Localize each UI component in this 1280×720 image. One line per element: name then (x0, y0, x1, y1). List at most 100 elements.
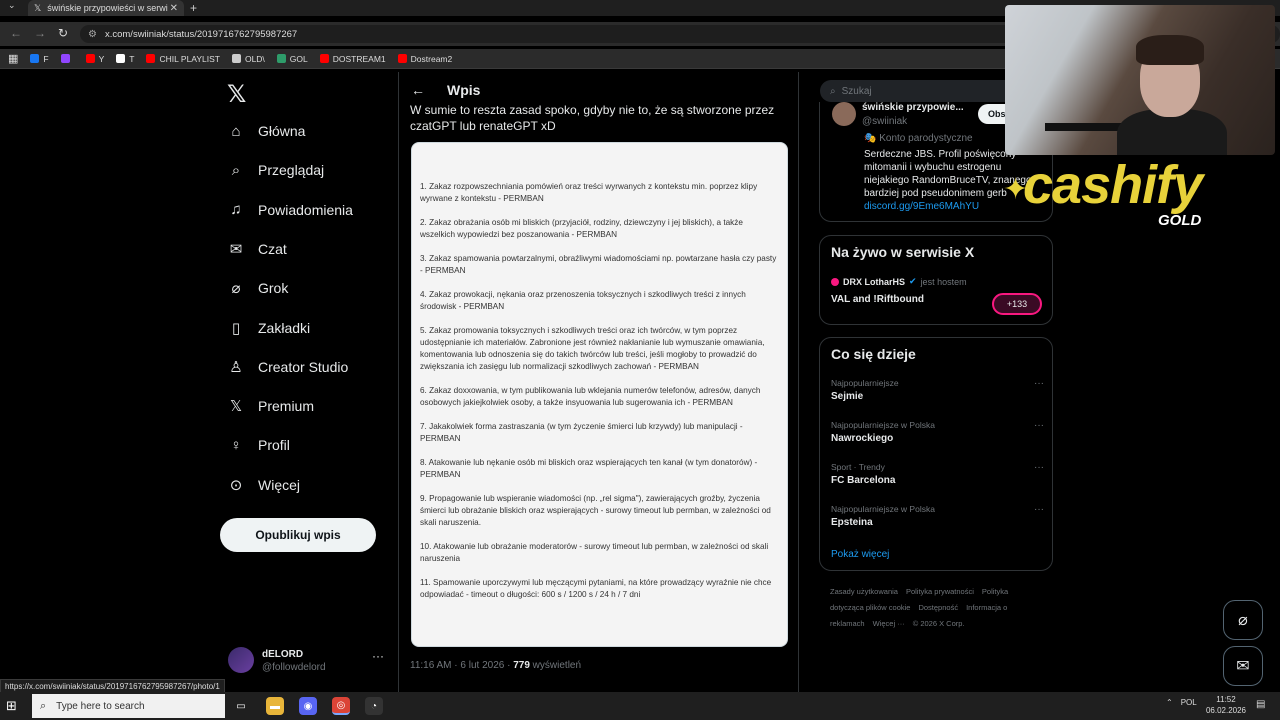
nav-item-6[interactable]: ♙ Creator Studio (226, 357, 348, 377)
show-more-link[interactable]: Pokaż więcej (831, 549, 889, 560)
left-navigation: 𝕏 ⌂ Główna ⌕ Przeglądaj ♫ Powiadomienia ✉ Czat ⌀… (220, 72, 396, 692)
more-icon[interactable]: ··· (372, 649, 384, 663)
bookmark-label: T (129, 53, 135, 64)
trend-item[interactable]: Najpopularniejsze Sejmie ··· (831, 378, 1046, 402)
bookmark-icon (60, 54, 70, 63)
apps-icon[interactable]: ▦ (8, 52, 18, 65)
nav-item-7[interactable]: 𝕏 Premium (226, 396, 314, 416)
footer-link[interactable]: Zasady użytkowania (830, 587, 898, 596)
nav-item-label: Profil (258, 437, 290, 454)
x-logo-icon[interactable]: 𝕏 (227, 80, 246, 109)
trend-item[interactable]: Najpopularniejsze w Polska Epsteina ··· (831, 504, 1046, 528)
browser-tab[interactable]: 𝕏 świńskie przypowieści w serwi ✕ (28, 0, 184, 16)
rule-text: 6. Zakaz doxxowania, w tym publikowania … (420, 386, 761, 407)
tab-list-icon[interactable]: ⌄ (8, 0, 16, 11)
language-indicator[interactable]: POL (1181, 698, 1197, 707)
live-listener-count[interactable]: +133 (992, 293, 1042, 315)
nav-item-label: Creator Studio (258, 358, 349, 375)
footer-link[interactable]: © 2026 X Corp. (913, 619, 965, 628)
footer-link[interactable]: Polityka prywatności (906, 587, 974, 596)
bookmark-5[interactable]: OLD\ (231, 54, 265, 64)
bookmark-1[interactable] (60, 54, 74, 63)
bookmark-8[interactable]: Dostream2 (397, 53, 453, 64)
rule-text: 9. Propagowanie lub wspieranie wiadomośc… (420, 494, 771, 527)
close-tab-icon[interactable]: ✕ (170, 3, 178, 14)
live-stream-title[interactable]: VAL and !Riftbound (831, 294, 924, 305)
url-text: x.com/swiiniak/status/201971676279598726… (104, 28, 298, 40)
creator-icon: ♙ (229, 358, 243, 376)
bookmark-4[interactable]: CHIL PLAYLIST (146, 53, 220, 64)
profile-avatar[interactable] (832, 102, 856, 126)
app-icon[interactable]: ◔ (365, 697, 383, 715)
notification-icon[interactable]: ▤ (1256, 699, 1265, 710)
trend-name: Nawrockiego (831, 433, 894, 444)
bookmark-icon (319, 54, 329, 63)
bookmark-icon (276, 54, 286, 63)
bookmark-0[interactable]: F (30, 54, 49, 64)
parody-label: 🎭 Konto parodystyczne (864, 133, 973, 144)
rule-text: 10. Atakowanie lub obrażanie moderatorów… (420, 542, 769, 563)
nav-item-2[interactable]: ♫ Powiadomienia (226, 200, 353, 220)
discord-icon[interactable]: ◉ (299, 697, 317, 715)
bookmark-3[interactable]: T (116, 54, 134, 64)
nav-item-9[interactable]: ⊙ Więcej (226, 475, 300, 495)
back-icon[interactable]: ← (10, 26, 22, 40)
post-views-count: 779 (513, 660, 530, 671)
forward-icon[interactable]: → (34, 26, 46, 40)
clock[interactable]: 11:52 06.02.2026 (1204, 694, 1248, 716)
bookmark-6[interactable]: GOL (276, 54, 308, 64)
mail-icon: ✉ (1236, 658, 1250, 675)
trend-more-icon[interactable]: ··· (1034, 420, 1044, 431)
chrome-icon[interactable]: ◎ (332, 697, 350, 715)
search-icon: ⌕ (231, 161, 241, 179)
grok-icon: ⌀ (1238, 612, 1248, 629)
grok-icon: ⌀ (231, 280, 241, 298)
nav-item-0[interactable]: ⌂ Główna (226, 121, 305, 141)
tray-chevron-icon[interactable]: ⌃ (1166, 698, 1173, 707)
trend-item[interactable]: Najpopularniejsze w Polska Nawrockiego ··· (831, 420, 1046, 444)
back-arrow-icon[interactable]: ← (411, 82, 425, 98)
task-view-icon[interactable]: ▭ (232, 697, 250, 715)
taskbar-search-placeholder: Type here to search (56, 700, 145, 712)
file-explorer-icon[interactable]: ▬ (266, 697, 284, 715)
parody-text: Konto parodystyczne (879, 133, 973, 144)
new-tab-icon[interactable]: + (190, 1, 197, 15)
bell-icon: ♫ (230, 201, 242, 219)
trend-more-icon[interactable]: ··· (1034, 462, 1044, 473)
account-handle: @followdelord (262, 662, 326, 673)
messages-float-button[interactable]: ✉ (1223, 646, 1263, 686)
grok-float-button[interactable]: ⌀ (1223, 600, 1263, 640)
search-input[interactable]: ⌕ Szukaj (820, 80, 1020, 102)
trend-more-icon[interactable]: ··· (1034, 378, 1044, 389)
bookmark-icon (146, 54, 156, 63)
sponsor-logo: ✦ cashify GOLD (1003, 154, 1275, 234)
nav-item-5[interactable]: ▯ Zakładki (226, 318, 310, 338)
post-image[interactable]: 1. Zakaz rozpowszechniania pomówień oraz… (411, 142, 788, 647)
bookmark-2[interactable]: Y (85, 54, 104, 64)
reload-icon[interactable]: ↻ (58, 26, 68, 40)
trend-item[interactable]: Sport · Trendy FC Barcelona ··· (831, 462, 1046, 486)
profile-name[interactable]: świńskie przypowie... (862, 102, 964, 113)
search-placeholder: Szukaj (841, 85, 872, 97)
nav-item-8[interactable]: ♀ Profil (226, 435, 290, 455)
taskbar: ⊞ ⌕ Type here to search ▭ ▬ ◉ ◎ ◔ ⌃ POL … (0, 692, 1280, 720)
bookmark-7[interactable]: DOSTREAM1 (319, 54, 386, 64)
footer-link[interactable]: Więcej ··· (873, 619, 905, 628)
search-icon: ⌕ (830, 85, 836, 97)
footer-link[interactable]: Dostępność (918, 603, 958, 612)
windows-start-icon[interactable]: ⊞ (6, 698, 17, 714)
nav-item-3[interactable]: ✉ Czat (226, 239, 287, 259)
taskbar-search[interactable]: ⌕ Type here to search (32, 694, 225, 718)
site-info-icon[interactable]: ⚙ (88, 29, 97, 40)
bookmark-label: Dostream2 (410, 53, 453, 64)
account-switcher[interactable]: dELORD @followdelord ··· (228, 647, 388, 679)
nav-item-label: Przeglądaj (258, 162, 325, 179)
live-host[interactable]: DRX LotharHS ✔ jest hostem (831, 276, 967, 287)
nav-item-4[interactable]: ⌀ Grok (226, 278, 288, 298)
verified-icon: ✔ (909, 276, 917, 286)
footer-links: Zasady użytkowania Polityka prywatności Po… (830, 584, 1040, 632)
post-button[interactable]: Opublikuj wpis (220, 518, 376, 552)
bookmark-label: CHIL PLAYLIST (159, 53, 220, 64)
nav-item-1[interactable]: ⌕ Przeglądaj (226, 160, 324, 180)
trend-more-icon[interactable]: ··· (1034, 504, 1044, 515)
